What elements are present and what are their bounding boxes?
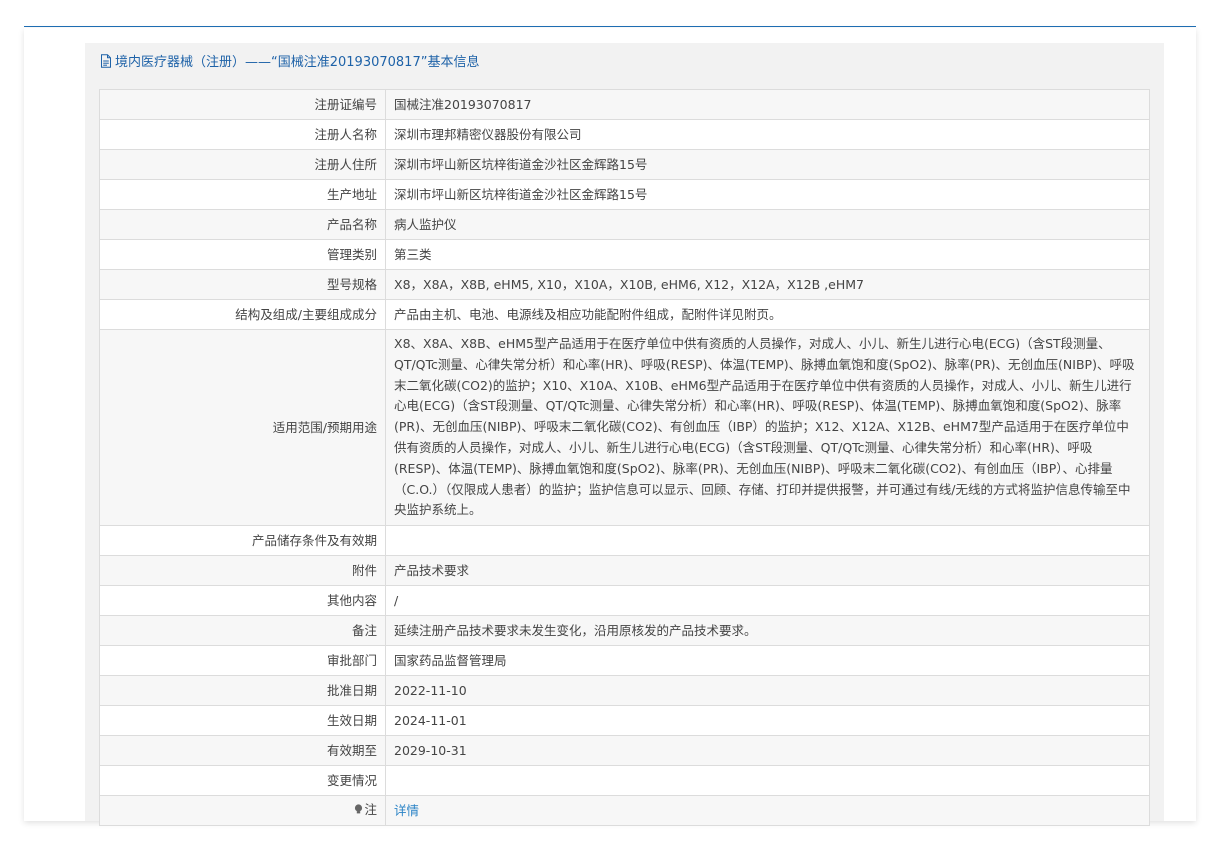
table-row: 注册证编号 国械注准20193070817 <box>99 89 1150 120</box>
field-value: 国械注准20193070817 <box>385 89 1150 120</box>
field-label: 变更情况 <box>99 765 386 797</box>
field-label: 生产地址 <box>99 179 386 210</box>
info-panel: 境内医疗器械（注册）——“国械注准20193070817”基本信息 注册证编号 … <box>85 43 1164 827</box>
field-label: 其他内容 <box>99 585 386 617</box>
note-value-cell: 详情 <box>385 795 1150 827</box>
field-value: 深圳市理邦精密仪器股份有限公司 <box>385 119 1150 150</box>
field-value <box>385 765 1150 797</box>
table-row: 生效日期 2024-11-01 <box>99 705 1150 737</box>
field-label: 有效期至 <box>99 735 386 767</box>
field-label: 附件 <box>99 555 386 587</box>
field-label: 注册人名称 <box>99 119 386 150</box>
field-label: 型号规格 <box>99 269 386 300</box>
lightbulb-icon <box>354 801 363 821</box>
table-row-note: 注 详情 <box>99 795 1150 827</box>
field-label: 管理类别 <box>99 239 386 270</box>
field-label: 生效日期 <box>99 705 386 737</box>
page-title: 境内医疗器械（注册）——“国械注准20193070817”基本信息 <box>115 55 480 70</box>
table-row: 其他内容 / <box>99 585 1150 617</box>
table-row: 审批部门 国家药品监督管理局 <box>99 645 1150 677</box>
table-row: 注册人住所 深圳市坪山新区坑梓街道金沙社区金辉路15号 <box>99 149 1150 180</box>
table-row: 型号规格 X8，X8A，X8B, eHM5, X10，X10A，X10B, eH… <box>99 269 1150 300</box>
table-row: 生产地址 深圳市坪山新区坑梓街道金沙社区金辉路15号 <box>99 179 1150 210</box>
table-row: 结构及组成/主要组成成分 产品由主机、电池、电源线及相应功能配附件组成，配附件详… <box>99 299 1150 330</box>
table-row: 变更情况 <box>99 765 1150 797</box>
table-row: 附件 产品技术要求 <box>99 555 1150 587</box>
field-label: 结构及组成/主要组成成分 <box>99 299 386 330</box>
field-label: 注册人住所 <box>99 149 386 180</box>
table-row: 产品名称 病人监护仪 <box>99 209 1150 240</box>
table-row: 备注 延续注册产品技术要求未发生变化，沿用原核发的产品技术要求。 <box>99 615 1150 647</box>
field-label: 产品储存条件及有效期 <box>99 525 386 557</box>
field-value: 产品技术要求 <box>385 555 1150 587</box>
field-value: X8、X8A、X8B、eHM5型产品适用于在医疗单位中供有资质的人员操作，对成人… <box>385 328 1150 527</box>
document-icon <box>100 53 112 68</box>
field-value: 深圳市坪山新区坑梓街道金沙社区金辉路15号 <box>385 179 1150 210</box>
page-container: 境内医疗器械（注册）——“国械注准20193070817”基本信息 注册证编号 … <box>24 28 1196 827</box>
table-row: 产品储存条件及有效期 <box>99 525 1150 557</box>
field-label: 适用范围/预期用途 <box>99 328 386 527</box>
table-row: 管理类别 第三类 <box>99 239 1150 270</box>
table-row: 适用范围/预期用途 X8、X8A、X8B、eHM5型产品适用于在医疗单位中供有资… <box>99 328 1150 527</box>
field-value: 第三类 <box>385 239 1150 270</box>
field-value: 国家药品监督管理局 <box>385 645 1150 677</box>
field-value: X8，X8A，X8B, eHM5, X10，X10A，X10B, eHM6, X… <box>385 269 1150 300</box>
field-label: 注册证编号 <box>99 89 386 120</box>
field-value: / <box>385 585 1150 617</box>
table-row: 批准日期 2022-11-10 <box>99 675 1150 707</box>
table-row: 有效期至 2029-10-31 <box>99 735 1150 767</box>
panel-header: 境内医疗器械（注册）——“国械注准20193070817”基本信息 <box>85 43 1164 78</box>
field-label: 备注 <box>99 615 386 647</box>
table-row: 注册人名称 深圳市理邦精密仪器股份有限公司 <box>99 119 1150 150</box>
details-link[interactable]: 详情 <box>394 803 419 818</box>
field-value <box>385 525 1150 557</box>
info-table: 注册证编号 国械注准20193070817 注册人名称 深圳市理邦精密仪器股份有… <box>99 89 1150 827</box>
field-label: 审批部门 <box>99 645 386 677</box>
field-value: 2024-11-01 <box>385 705 1150 737</box>
field-value: 延续注册产品技术要求未发生变化，沿用原核发的产品技术要求。 <box>385 615 1150 647</box>
field-value: 2029-10-31 <box>385 735 1150 767</box>
field-value: 产品由主机、电池、电源线及相应功能配附件组成，配附件详见附页。 <box>385 299 1150 330</box>
field-value: 2022-11-10 <box>385 675 1150 707</box>
top-divider <box>24 26 1196 27</box>
field-value: 深圳市坪山新区坑梓街道金沙社区金辉路15号 <box>385 149 1150 180</box>
note-label-cell: 注 <box>99 795 386 827</box>
field-label: 批准日期 <box>99 675 386 707</box>
field-value: 病人监护仪 <box>385 209 1150 240</box>
field-label: 产品名称 <box>99 209 386 240</box>
note-label: 注 <box>364 802 377 818</box>
